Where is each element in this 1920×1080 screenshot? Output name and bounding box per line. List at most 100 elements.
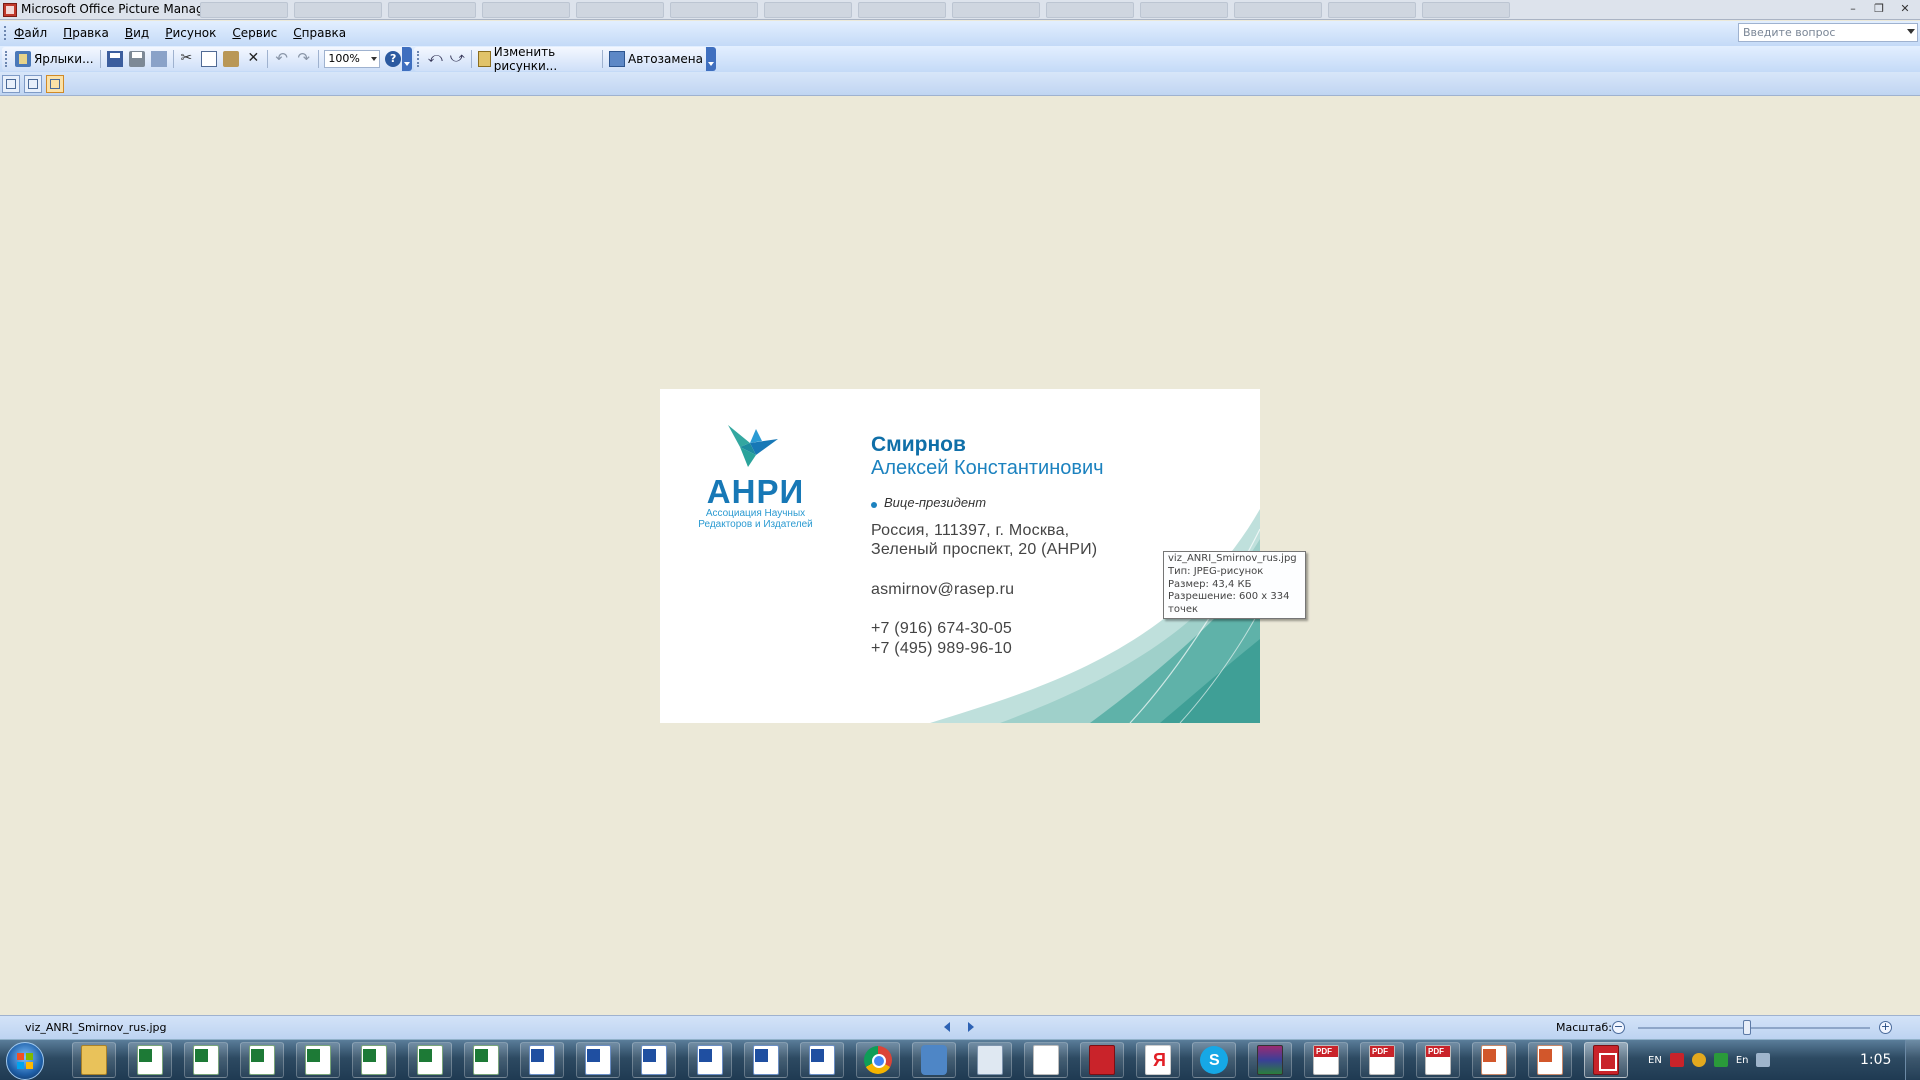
rotate-left-button[interactable] xyxy=(424,49,446,69)
antivirus-icon[interactable] xyxy=(1669,1053,1684,1067)
minimize-button[interactable]: – xyxy=(1840,0,1866,18)
word-icon xyxy=(529,1045,555,1075)
help-button[interactable] xyxy=(382,49,404,69)
taskbar-item-pm[interactable] xyxy=(1584,1042,1628,1078)
menu-help[interactable]: Справка xyxy=(293,26,346,40)
copy-button[interactable] xyxy=(198,49,220,69)
edit-pictures-button[interactable]: Изменить рисунки... xyxy=(475,45,600,73)
taskbar-item-word[interactable] xyxy=(520,1042,564,1078)
person-lastname: Смирнов xyxy=(871,433,966,456)
taskbar-item-excel[interactable] xyxy=(352,1042,396,1078)
taskbar-item-word[interactable] xyxy=(632,1042,676,1078)
taskbar-item-word[interactable] xyxy=(800,1042,844,1078)
taskbar-item-book[interactable] xyxy=(1080,1042,1124,1078)
autocorrect-button[interactable]: Автозамена xyxy=(606,49,706,69)
ghost-tab xyxy=(1046,2,1134,18)
thumbnail-view-button[interactable] xyxy=(2,75,20,93)
taskbar-item-word[interactable] xyxy=(688,1042,732,1078)
cut-button[interactable] xyxy=(176,49,198,69)
address-line2: Зеленый проспект, 20 (АНРИ) xyxy=(871,541,1098,558)
menu-view[interactable]: Вид xyxy=(125,26,149,40)
taskbar-item-label: PDF xyxy=(1316,1047,1332,1056)
taskbar-item-excel[interactable] xyxy=(296,1042,340,1078)
restore-button[interactable]: ❐ xyxy=(1866,0,1892,18)
taskbar-item-excel[interactable] xyxy=(240,1042,284,1078)
show-desktop-button[interactable] xyxy=(1905,1040,1920,1080)
save-icon xyxy=(106,51,123,67)
shortcuts-button[interactable]: Ярлыки... xyxy=(12,49,97,69)
chevron-down-icon[interactable] xyxy=(370,57,377,61)
zoom-in-icon[interactable]: + xyxy=(1879,1021,1892,1034)
taskbar-item-sound[interactable] xyxy=(912,1042,956,1078)
taskbar-item-word[interactable] xyxy=(744,1042,788,1078)
ghost-tab xyxy=(200,2,288,18)
filmstrip-view-button[interactable] xyxy=(24,75,42,93)
zoom-combobox[interactable]: 100% xyxy=(324,50,380,68)
taskbar-item-note[interactable] xyxy=(1024,1042,1068,1078)
zoom-label: Масштаб: xyxy=(1556,1021,1612,1034)
toolbar-separator xyxy=(602,50,603,68)
menu-grip[interactable] xyxy=(4,26,7,40)
tooltip-type: Тип: JPEG-рисунок xyxy=(1168,565,1264,577)
save-button[interactable] xyxy=(104,49,126,69)
picture-manager-icon xyxy=(1593,1045,1619,1075)
redo-button[interactable] xyxy=(293,49,315,69)
send-email-button[interactable] xyxy=(148,49,170,69)
zoom-slider-track[interactable] xyxy=(1638,1027,1870,1029)
toolbar-grip[interactable] xyxy=(417,51,420,67)
paste-button[interactable] xyxy=(220,49,242,69)
network-icon[interactable] xyxy=(1713,1053,1728,1067)
taskbar-item-folder[interactable] xyxy=(72,1042,116,1078)
menu-tools[interactable]: Сервис xyxy=(232,26,277,40)
menu-file[interactable]: Файл xyxy=(14,26,47,40)
update-icon[interactable] xyxy=(1691,1053,1706,1067)
monitor-icon[interactable] xyxy=(1756,1053,1771,1067)
clock[interactable]: 1:05 xyxy=(1860,1052,1891,1068)
taskbar-item-yandex[interactable]: Я xyxy=(1136,1042,1180,1078)
start-button[interactable] xyxy=(6,1042,44,1080)
single-picture-view-button[interactable] xyxy=(46,75,64,93)
taskbar-item-calc[interactable] xyxy=(968,1042,1012,1078)
toolbar-options-chevron[interactable] xyxy=(706,47,716,71)
shortcuts-icon xyxy=(14,51,31,67)
toolbar-grip[interactable] xyxy=(5,51,8,67)
taskbar-item-word[interactable] xyxy=(576,1042,620,1078)
keyboard-layout-indicator[interactable]: En xyxy=(1736,1055,1749,1066)
taskbar-item-winrar[interactable] xyxy=(1248,1042,1292,1078)
tray-language-indicator[interactable]: EN xyxy=(1648,1055,1662,1066)
zoom-value: 100% xyxy=(328,52,360,65)
menu-edit[interactable]: Правка xyxy=(63,26,109,40)
delete-icon xyxy=(245,50,261,67)
taskbar-item-pdf[interactable]: PDF xyxy=(1304,1042,1348,1078)
standard-toolbar: Ярлыки... 100% Изменить рисунки... xyxy=(0,45,1920,73)
taskbar-item-pdf[interactable]: PDF xyxy=(1416,1042,1460,1078)
previous-picture-arrow-icon[interactable] xyxy=(944,1022,950,1032)
folder-icon xyxy=(81,1045,107,1075)
undo-button[interactable] xyxy=(271,49,293,69)
word-icon xyxy=(809,1045,835,1075)
taskbar-item-ppt[interactable] xyxy=(1472,1042,1516,1078)
chevron-down-icon[interactable] xyxy=(1907,29,1915,34)
next-picture-arrow-icon[interactable] xyxy=(968,1022,974,1032)
taskbar-item-skype[interactable]: S xyxy=(1192,1042,1236,1078)
taskbar-item-excel[interactable] xyxy=(184,1042,228,1078)
taskbar-item-excel[interactable] xyxy=(464,1042,508,1078)
rotate-right-button[interactable] xyxy=(446,49,468,69)
picture-manager-app-icon[interactable] xyxy=(3,3,17,17)
taskbar-item-excel[interactable] xyxy=(408,1042,452,1078)
excel-icon xyxy=(193,1045,219,1075)
zoom-out-icon[interactable]: − xyxy=(1612,1021,1625,1034)
zoom-slider-thumb[interactable] xyxy=(1743,1020,1752,1035)
ghost-tab xyxy=(670,2,758,18)
taskbar-item-ppt[interactable] xyxy=(1528,1042,1572,1078)
close-button[interactable]: ✕ xyxy=(1892,0,1918,18)
delete-button[interactable] xyxy=(242,49,264,69)
window-title: Microsoft Office Picture Manager xyxy=(21,2,216,16)
taskbar-item-chrome[interactable] xyxy=(856,1042,900,1078)
toolbar-options-chevron[interactable] xyxy=(402,47,412,71)
ask-question-input[interactable]: Введите вопрос xyxy=(1738,23,1918,42)
taskbar-item-pdf[interactable]: PDF xyxy=(1360,1042,1404,1078)
menu-picture[interactable]: Рисунок xyxy=(165,26,216,40)
print-button[interactable] xyxy=(126,49,148,69)
taskbar-item-excel[interactable] xyxy=(128,1042,172,1078)
